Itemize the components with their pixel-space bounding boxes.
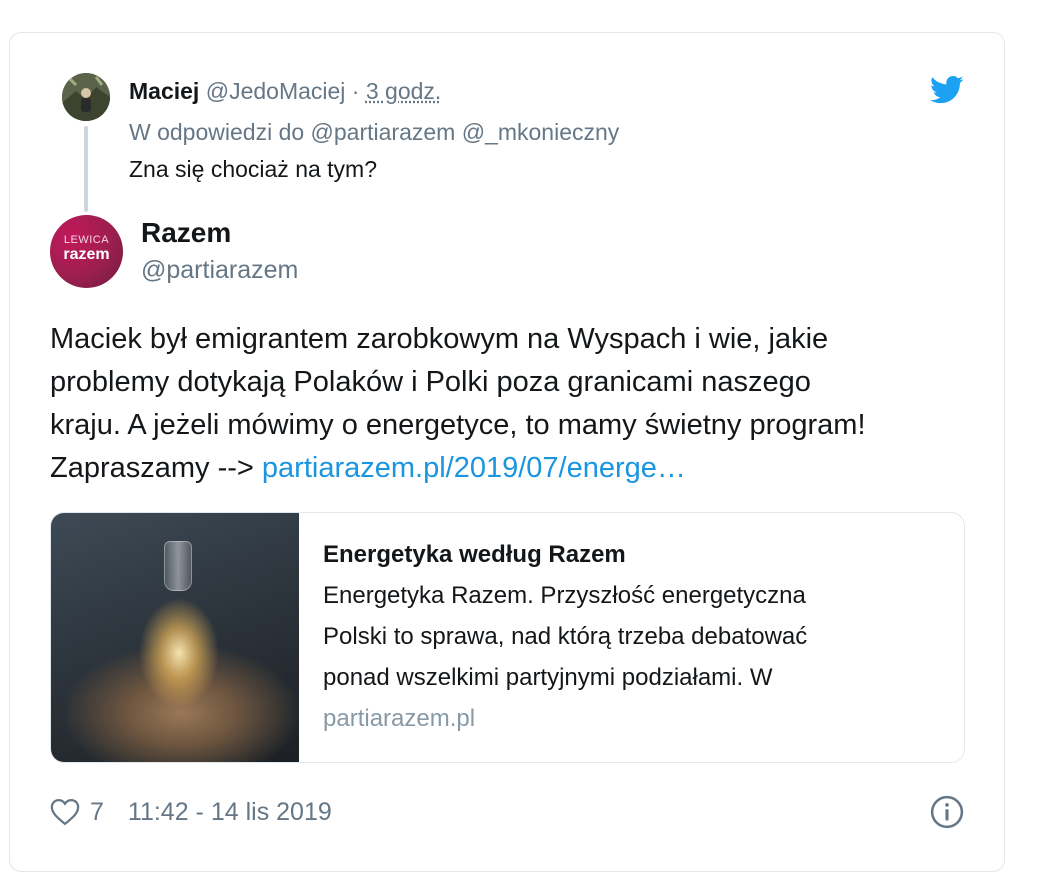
avatar-logo-line1: LEWICA — [63, 234, 110, 246]
author-name[interactable]: Razem — [141, 215, 231, 251]
reply-timestamp[interactable]: 3 godz. — [366, 78, 441, 104]
reply-header: Maciej @JedoMaciej · 3 godz. — [129, 76, 441, 106]
tweet-text: Maciek był emigrantem zarobkowym na Wysp… — [50, 318, 970, 490]
thread-connector-line — [84, 126, 88, 212]
link-preview-title: Energetyka według Razem — [323, 541, 626, 568]
tweet-link[interactable]: partiarazem.pl/2019/07/energe… — [262, 452, 686, 484]
reply-author-name[interactable]: Maciej — [129, 78, 199, 104]
twitter-bird-icon[interactable] — [930, 75, 964, 105]
tweet-text-line: kraju. A jeżeli mówimy o energetyce, to … — [50, 409, 866, 441]
tweet-text-prefix: Zapraszamy --> — [50, 452, 262, 484]
reply-avatar[interactable] — [62, 73, 110, 121]
reply-tweet-text: Zna się chociaż na tym? — [129, 156, 378, 182]
link-preview-description-line: ponad wszelkimi partyjnymi podziałami. W — [323, 664, 773, 691]
razem-avatar[interactable]: LEWICA razem — [50, 215, 123, 288]
tweet-timestamp[interactable]: 11:42 - 14 lis 2019 — [128, 798, 332, 827]
link-preview-image — [51, 513, 299, 762]
tweet-text-line: Maciek był emigrantem zarobkowym na Wysp… — [50, 323, 829, 355]
link-preview-description: Energetyka Razem. Przyszłość energetyczn… — [323, 575, 943, 698]
info-icon[interactable] — [930, 795, 964, 829]
tweet-text-last-line: Zapraszamy --> partiarazem.pl/2019/07/en… — [50, 447, 970, 490]
link-preview-description-line: Energetyka Razem. Przyszłość energetyczn… — [323, 582, 806, 609]
tweet-footer: 7 11:42 - 14 lis 2019 — [50, 795, 332, 829]
heart-icon[interactable] — [50, 798, 80, 826]
avatar-logo-line2: razem — [63, 246, 110, 263]
author-handle[interactable]: @partiarazem — [141, 254, 298, 286]
like-count[interactable]: 7 — [90, 798, 104, 827]
reply-separator: · — [351, 78, 360, 104]
link-preview-body: Energetyka według Razem Energetyka Razem… — [323, 537, 943, 738]
lightbulb-graphic — [164, 541, 192, 591]
link-preview-domain: partiarazem.pl — [323, 705, 476, 732]
reply-author-handle[interactable]: @JedoMaciej — [206, 78, 346, 104]
reply-to-text: W odpowiedzi do @partiarazem @_mkonieczn… — [129, 119, 620, 145]
reply-avatar-image — [62, 73, 110, 121]
link-preview-card[interactable]: Energetyka według Razem Energetyka Razem… — [50, 512, 965, 763]
link-preview-description-line: Polski to sprawa, nad którą trzeba debat… — [323, 623, 808, 650]
tweet-text-line: problemy dotykają Polaków i Polki poza g… — [50, 366, 811, 398]
